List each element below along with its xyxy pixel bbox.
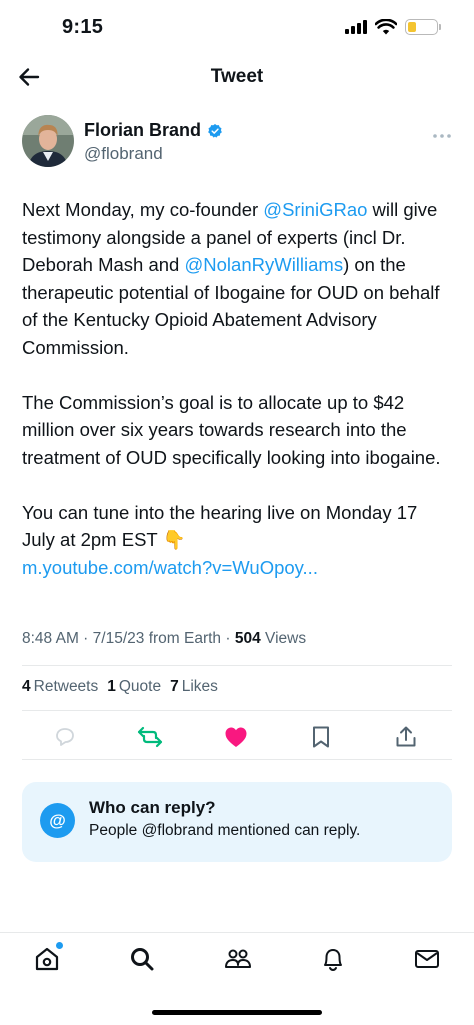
like-button[interactable] (223, 724, 249, 750)
nav-notifications[interactable] (319, 945, 347, 973)
nav-header: Tweet (0, 58, 474, 98)
status-bar: 9:15 (0, 0, 474, 58)
likes-stat[interactable]: 7 Likes (170, 678, 218, 696)
tweet-paragraph: Next Monday, my co-founder @SriniGRao wi… (22, 199, 440, 358)
tweet-source: from Earth (148, 630, 222, 647)
more-horizontal-icon (433, 134, 451, 138)
quotes-stat[interactable]: 1 Quote (107, 678, 161, 696)
author-name: Florian Brand (84, 120, 202, 140)
engagement-stats: 4 Retweets 1 Quote 7 Likes (22, 678, 218, 696)
views-count: 504 (234, 630, 261, 647)
tweet-date: 7/15/23 (92, 630, 145, 647)
home-icon (35, 947, 59, 971)
communities-icon (225, 949, 251, 968)
at-icon: @ (40, 803, 75, 838)
mention-link[interactable]: @SriniGRao (263, 199, 367, 220)
who-can-reply-card: @ Who can reply? People @flobrand mentio… (22, 782, 452, 862)
divider (22, 665, 452, 666)
who-can-reply-title: Who can reply? (89, 798, 216, 817)
notification-dot (56, 942, 63, 949)
share-icon (396, 726, 416, 747)
who-can-reply-description: People @flobrand mentioned can reply. (89, 822, 361, 839)
mention-link[interactable]: @NolanRyWilliams (185, 254, 344, 275)
retweets-stat[interactable]: 4 Retweets (22, 678, 98, 696)
bookmark-button[interactable] (308, 724, 334, 750)
retweet-icon (137, 726, 163, 748)
avatar[interactable] (22, 115, 74, 167)
nav-search[interactable] (128, 945, 156, 973)
reply-icon (56, 728, 74, 746)
tweet-paragraph: The Commission’s goal is to allocate up … (22, 391, 441, 468)
tweet-text: Next Monday, my co-founder @SriniGRao wi… (22, 196, 454, 581)
bookmark-icon (313, 726, 329, 748)
heart-icon (225, 727, 247, 747)
tweet-paragraph: You can tune into the hearing live on Mo… (22, 501, 418, 578)
cellular-signal-icon (345, 20, 367, 34)
youtube-link[interactable]: m.youtube.com/watch?v=WuOpoy... (22, 557, 318, 578)
verified-badge-icon (208, 123, 222, 138)
divider (22, 710, 452, 711)
tweet-actions (22, 718, 452, 754)
page-title: Tweet (210, 66, 264, 87)
tweet-time: 8:48 AM (22, 630, 79, 647)
battery-icon (405, 19, 441, 35)
messages-icon (415, 950, 439, 968)
battery-level (408, 22, 417, 32)
notifications-icon (324, 949, 342, 972)
views-label: Views (265, 630, 307, 647)
divider (22, 759, 452, 760)
reply-button[interactable] (52, 724, 78, 750)
nav-messages[interactable] (413, 945, 441, 973)
search-icon (131, 948, 154, 971)
retweet-button[interactable] (137, 724, 163, 750)
more-options-button[interactable] (432, 123, 452, 144)
home-indicator (152, 1010, 322, 1015)
author-handle[interactable]: @flobrand (84, 144, 163, 164)
share-button[interactable] (393, 724, 419, 750)
avatar-image (22, 115, 74, 167)
nav-home[interactable] (33, 942, 63, 973)
nav-communities[interactable] (224, 945, 252, 973)
status-time: 9:15 (62, 16, 104, 38)
wifi-icon (375, 19, 397, 35)
author-name-row[interactable]: Florian Brand (84, 120, 223, 141)
tweet-meta: 8:48 AM · 7/15/23 from Earth · 504 Views (22, 630, 307, 647)
